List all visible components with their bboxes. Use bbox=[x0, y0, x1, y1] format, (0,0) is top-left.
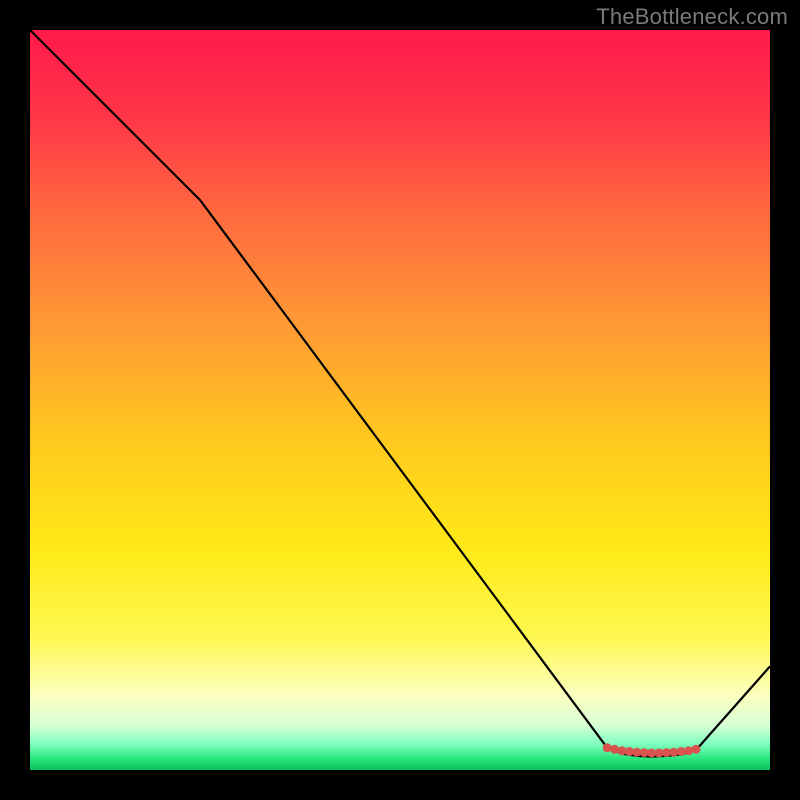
marker-point bbox=[610, 745, 619, 754]
plot-area bbox=[30, 30, 770, 770]
marker-point bbox=[692, 745, 701, 754]
chart-container: TheBottleneck.com bbox=[0, 0, 800, 800]
chart-svg bbox=[30, 30, 770, 770]
marker-point bbox=[684, 746, 693, 755]
marker-point bbox=[603, 743, 612, 752]
attribution-label: TheBottleneck.com bbox=[596, 4, 788, 30]
